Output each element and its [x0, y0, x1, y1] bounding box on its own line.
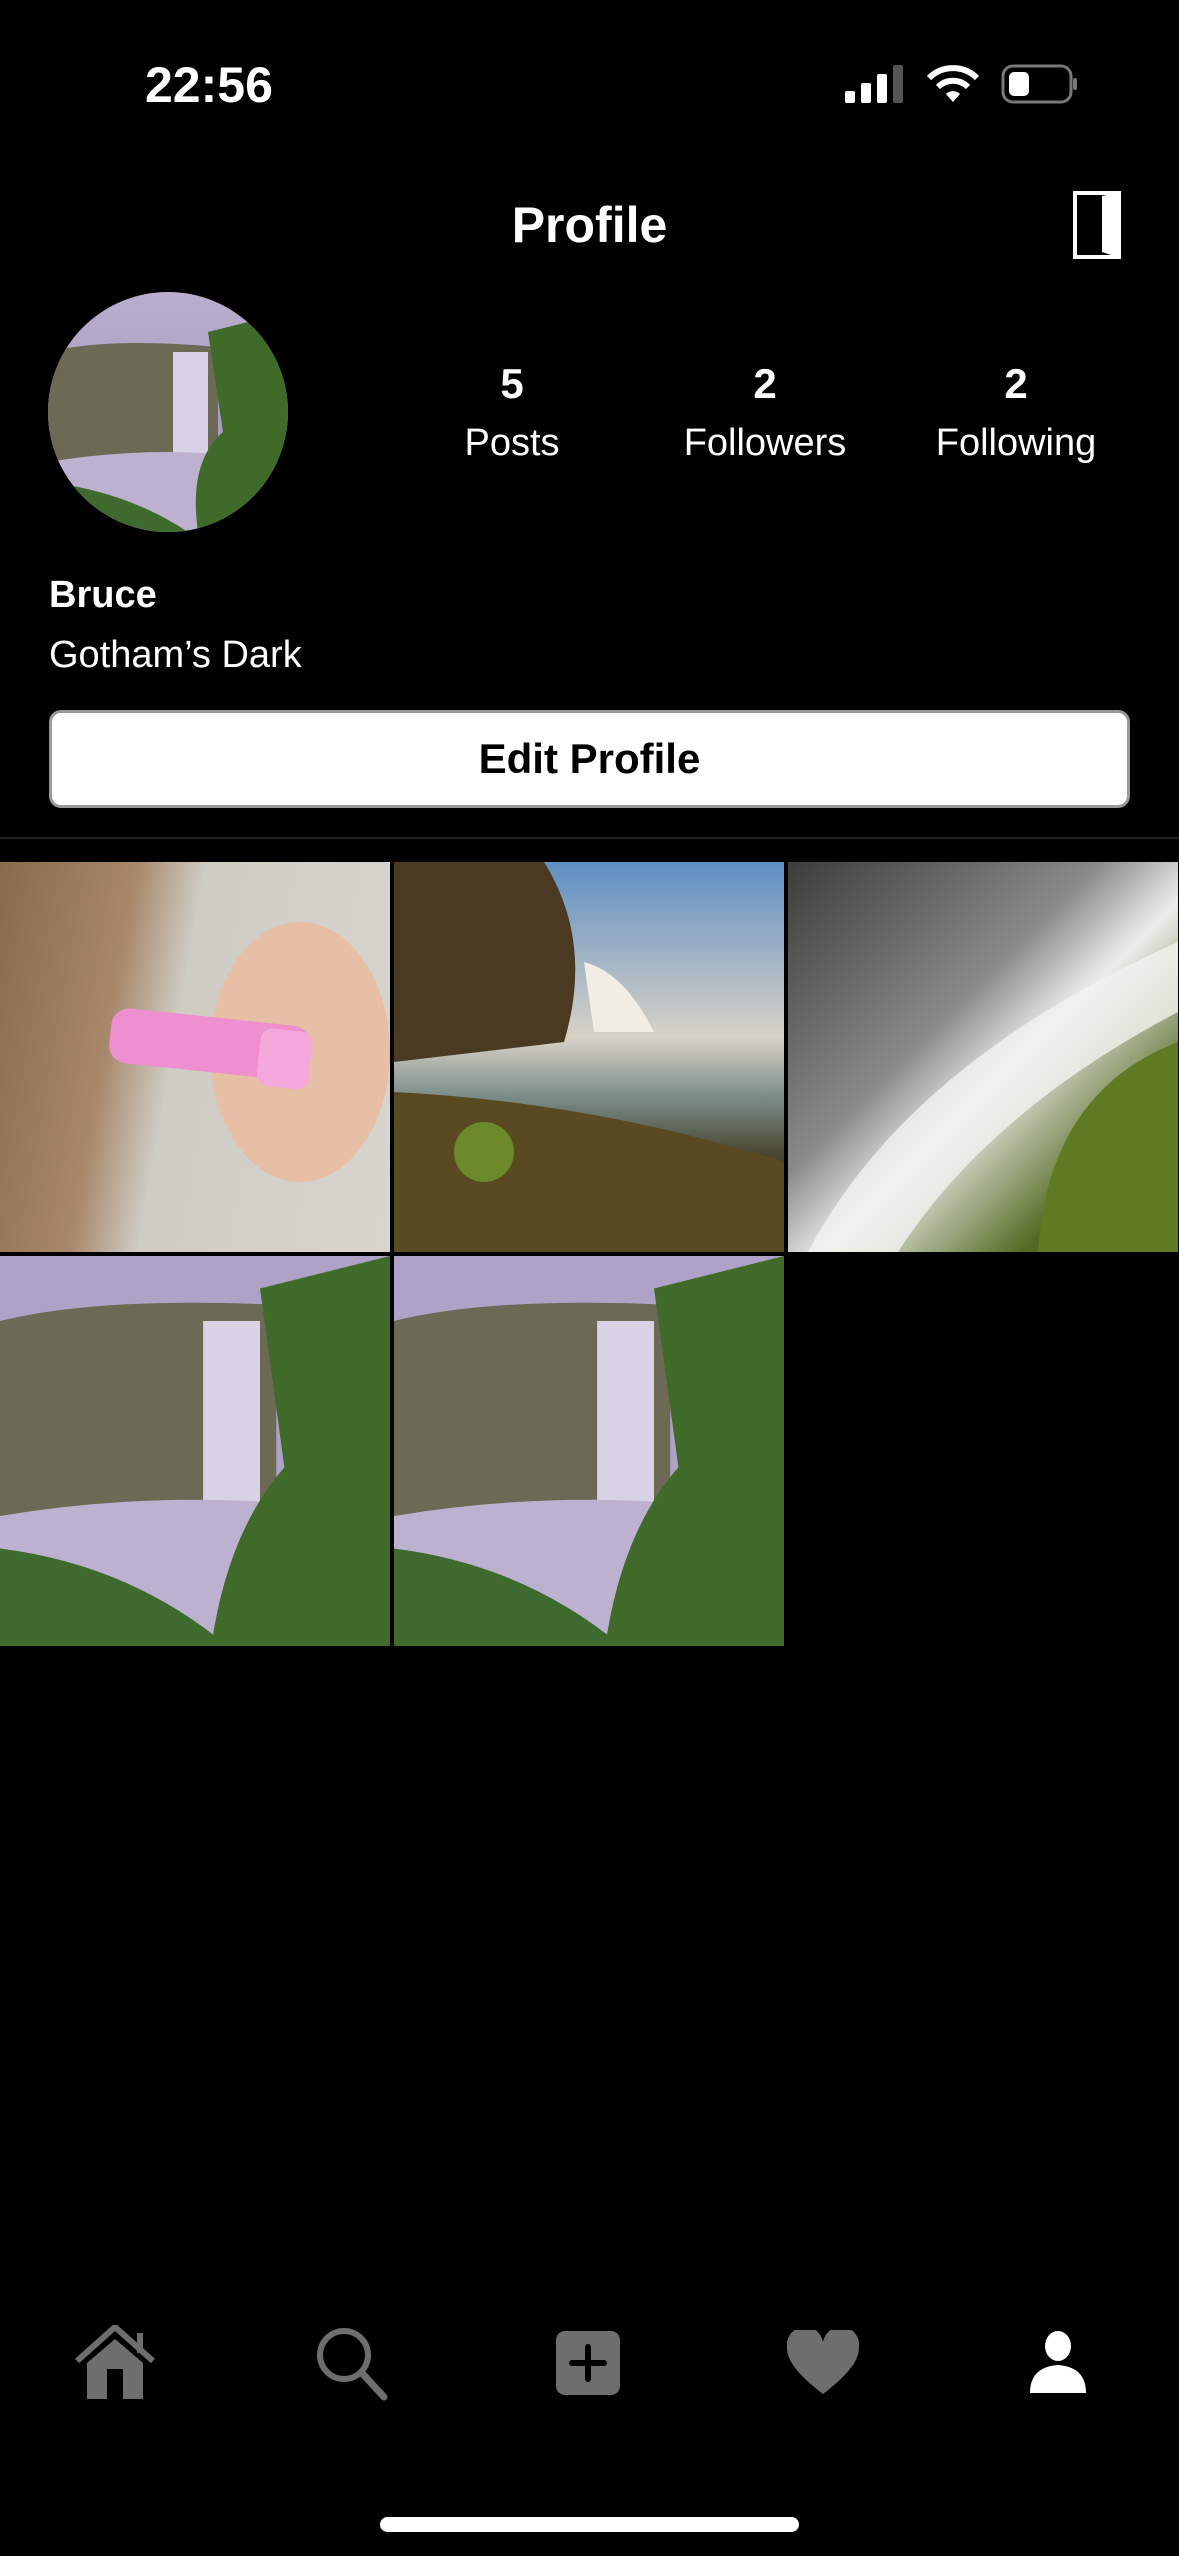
followers-count: 2: [753, 360, 777, 407]
stat-following[interactable]: 2 Following: [896, 360, 1136, 465]
signal-icon: [845, 65, 903, 103]
search-icon: [317, 2328, 388, 2401]
post-thumbnail[interactable]: [0, 862, 390, 1252]
tab-search[interactable]: [307, 2318, 397, 2408]
wifi-icon: [927, 65, 979, 102]
page-title: Profile: [511, 197, 668, 253]
status-icons: [845, 64, 1079, 104]
post-thumbnail[interactable]: [394, 862, 784, 1252]
add-post-icon: [556, 2331, 620, 2395]
posts-count: 5: [500, 360, 524, 407]
followers-label: Followers: [683, 422, 847, 464]
tab-add-post[interactable]: [543, 2318, 633, 2408]
battery-icon: [1001, 64, 1077, 104]
stat-followers[interactable]: 2 Followers: [645, 360, 885, 465]
tab-activity[interactable]: [778, 2318, 868, 2408]
home-icon: [75, 2325, 156, 2399]
stat-posts[interactable]: 5 Posts: [392, 360, 632, 465]
status-time: 22:56: [145, 57, 273, 113]
post-thumbnail[interactable]: [0, 1256, 390, 1646]
post-thumbnail[interactable]: [394, 1256, 784, 1646]
following-label: Following: [935, 422, 1097, 464]
heart-icon: [787, 2330, 859, 2394]
tab-home[interactable]: [72, 2318, 162, 2408]
profile-bio: Gotham’s Dark: [49, 634, 302, 676]
divider: [0, 837, 1179, 839]
profile-icon: [1030, 2331, 1086, 2393]
posts-label: Posts: [464, 422, 560, 464]
door-logout-icon[interactable]: [1072, 190, 1122, 260]
following-count: 2: [1004, 360, 1028, 407]
home-indicator[interactable]: [380, 2517, 799, 2532]
edit-profile-button[interactable]: Edit Profile: [49, 710, 1130, 808]
avatar[interactable]: [48, 292, 288, 532]
tab-profile[interactable]: [1013, 2318, 1103, 2408]
post-thumbnail[interactable]: [788, 862, 1178, 1252]
profile-name: Bruce: [49, 574, 157, 616]
